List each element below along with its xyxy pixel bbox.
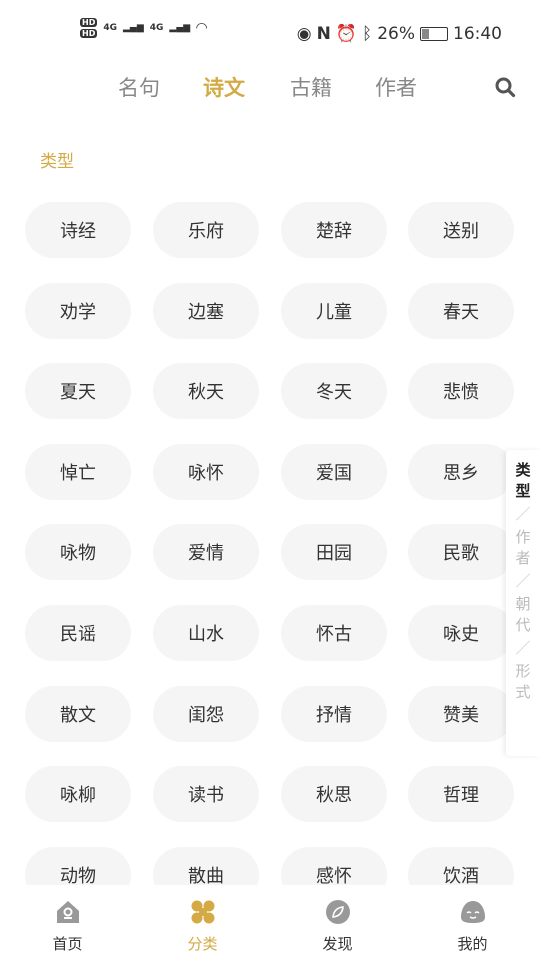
category-icon (191, 900, 214, 924)
category-pill[interactable]: 散曲 (153, 846, 259, 885)
nav-label: 首页 (52, 935, 83, 953)
side-index-item[interactable]: 朝代 (515, 594, 531, 636)
category-pill[interactable]: 儿童 (281, 282, 387, 339)
signal-icon: ▂▄▆ (123, 23, 144, 33)
category-pill[interactable]: 咏史 (408, 605, 514, 661)
category-pill[interactable]: 读书 (153, 766, 259, 823)
category-pill[interactable]: 山水 (153, 605, 259, 661)
battery-icon (420, 27, 448, 41)
tab-poems[interactable]: 诗文 (203, 72, 245, 102)
category-pill[interactable]: 咏柳 (25, 766, 131, 823)
category-pill[interactable]: 夏天 (25, 363, 131, 420)
category-pill[interactable]: 送别 (408, 202, 514, 258)
category-pill[interactable]: 爱情 (153, 524, 259, 581)
signal-icon: ▂▄▆ (169, 23, 191, 33)
wifi-icon: ◠ (196, 20, 207, 36)
compass-icon (325, 900, 350, 924)
category-pill[interactable]: 饮酒 (408, 846, 514, 885)
profile-icon (460, 901, 485, 923)
network-1: 4G (103, 23, 117, 33)
side-index-item[interactable]: 作者 (515, 527, 531, 569)
category-pill[interactable]: 春天 (408, 282, 514, 339)
status-bar: HD HD 4G ▂▄▆ 4G ▂▄▆ ◠ ◉ N ⏰ ᛒ 26% 16:40 (0, 0, 540, 64)
nav-category[interactable]: 分类 (135, 885, 270, 960)
category-pill[interactable]: 动物 (25, 846, 131, 885)
top-tabs: 名句 诗文 古籍 作者 (0, 72, 540, 104)
alarm-icon: ⏰ (335, 24, 357, 44)
nav-home[interactable]: 首页 (0, 885, 135, 960)
index-separator: ／ (515, 639, 531, 657)
category-pill[interactable]: 楚辞 (281, 202, 387, 258)
category-pill[interactable]: 闺怨 (153, 685, 259, 742)
category-pill[interactable]: 秋天 (153, 363, 259, 420)
bluetooth-icon: ᛒ (362, 24, 373, 44)
category-pill[interactable]: 抒情 (281, 685, 387, 742)
category-pill[interactable]: 诗经 (25, 202, 131, 258)
nav-discover[interactable]: 发现 (270, 885, 405, 960)
category-pill[interactable]: 秋思 (281, 766, 387, 823)
network-2: 4G (149, 23, 164, 33)
category-pill[interactable]: 怀古 (281, 605, 387, 661)
category-pill[interactable]: 民歌 (408, 524, 514, 581)
index-separator: ／ (515, 505, 531, 523)
tab-authors[interactable]: 作者 (375, 72, 417, 102)
eye-icon: ◉ (296, 24, 312, 44)
side-index: 类型 ／ 作者 ／ 朝代 ／ 形式 (506, 450, 540, 756)
category-pill[interactable]: 哲理 (408, 766, 514, 823)
category-pill[interactable]: 爱国 (281, 443, 387, 500)
category-pill[interactable]: 悲愤 (408, 363, 514, 420)
nav-label: 我的 (457, 935, 488, 953)
tab-famous-lines[interactable]: 名句 (118, 72, 160, 102)
sim1-badge: HD (80, 18, 98, 27)
nfc-icon: N (316, 24, 331, 44)
bottom-nav: 首页 分类 发现 我的 (0, 885, 540, 960)
category-pill[interactable]: 感怀 (281, 846, 387, 885)
category-pill[interactable]: 乐府 (153, 202, 259, 258)
category-pill[interactable]: 赞美 (408, 685, 514, 742)
section-title: 类型 (40, 152, 74, 172)
category-pill[interactable]: 边塞 (153, 282, 259, 339)
category-pill[interactable]: 思乡 (408, 443, 514, 500)
category-pill[interactable]: 咏物 (25, 524, 131, 581)
tab-classics[interactable]: 古籍 (290, 72, 332, 102)
category-pill[interactable]: 冬天 (281, 363, 387, 420)
battery-percent: 26% (377, 24, 415, 44)
category-pill[interactable]: 田园 (281, 524, 387, 581)
category-pill[interactable]: 咏怀 (153, 443, 259, 500)
sim2-badge: HD (80, 29, 98, 38)
nav-label: 发现 (322, 935, 353, 953)
category-pill[interactable]: 民谣 (25, 605, 131, 661)
search-icon[interactable] (494, 76, 516, 98)
category-pill[interactable]: 悼亡 (25, 443, 131, 500)
side-index-item[interactable]: 类型 (515, 460, 531, 502)
category-pill[interactable]: 散文 (25, 685, 131, 742)
side-index-item[interactable]: 形式 (515, 661, 531, 703)
nav-label: 分类 (187, 935, 218, 953)
home-icon (56, 901, 79, 923)
nav-profile[interactable]: 我的 (405, 885, 540, 960)
index-separator: ／ (515, 572, 531, 590)
category-pill[interactable]: 劝学 (25, 282, 131, 339)
clock: 16:40 (453, 24, 502, 44)
category-grid: 诗经 乐府 楚辞 送别劝学 边塞 儿童 春天夏天 秋天 冬天 悲愤悼亡 咏怀 爱国 思乡咏物 爱情 田园 民歌… (25, 202, 515, 885)
